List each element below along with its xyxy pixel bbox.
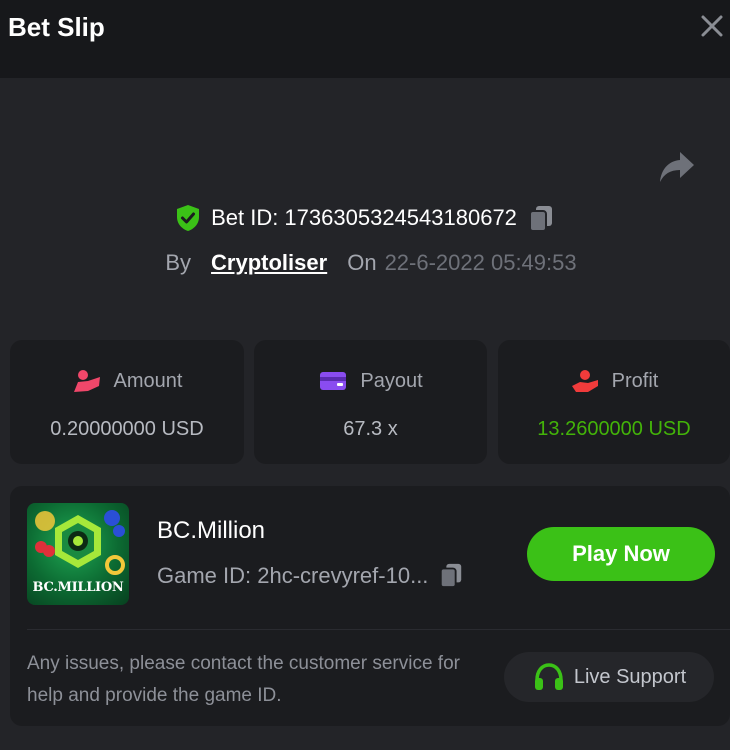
copy-icon [440, 563, 462, 588]
by-label: By [165, 250, 192, 275]
bet-date: 22-6-2022 05:49:53 [384, 250, 577, 275]
divider [27, 629, 730, 630]
profit-label: Profit [611, 369, 659, 392]
game-card: BC.MILLION BC.Million Game ID: 2hc-crevy… [10, 486, 730, 726]
game-logo-text: BC.MILLION [32, 580, 124, 595]
coin-hand-icon [73, 370, 100, 392]
game-id: Game ID: 2hc-crevyref-10... [157, 563, 429, 588]
payout-value: 67.3 x [343, 418, 398, 440]
copy-bet-id-button[interactable] [527, 204, 555, 232]
bet-id-row: Bet ID: 1736305324543180672 [0, 202, 730, 234]
on-label: On [347, 250, 377, 275]
user-link[interactable]: Cryptoliser [211, 250, 327, 276]
wallet-card-icon [320, 372, 347, 390]
payout-card: Payout 67.3 x [254, 340, 487, 464]
close-button[interactable] [698, 12, 726, 40]
game-title: BC.Million [157, 517, 266, 544]
live-support-button[interactable]: Live Support [504, 652, 714, 702]
game-thumbnail[interactable]: BC.MILLION [27, 503, 129, 605]
payout-label: Payout [360, 369, 423, 392]
close-icon [701, 15, 723, 37]
profit-card: Profit 13.2600000 USD [498, 340, 730, 464]
copy-game-id-button[interactable] [438, 562, 466, 590]
payout-header: Payout [254, 368, 487, 394]
help-text: Any issues, please contact the customer … [27, 653, 460, 706]
bet-id: Bet ID: 1736305324543180672 [211, 205, 517, 230]
game-id-row: Game ID: 2hc-crevyref-10... [157, 562, 466, 590]
page-title: Bet Slip [8, 12, 105, 42]
amount-label: Amount [113, 369, 183, 392]
share-icon [660, 152, 694, 182]
profit-header: Profit [498, 368, 730, 394]
share-button[interactable] [658, 150, 696, 184]
live-support-label: Live Support [573, 665, 687, 688]
bet-meta-row: By Cryptoliser On 22-6-2022 05:49:53 [0, 247, 730, 279]
headset-icon [534, 663, 563, 690]
header: Bet Slip [0, 0, 730, 78]
amount-card: Amount 0.20000000 USD [10, 340, 244, 464]
play-now-button[interactable]: Play Now [527, 527, 715, 581]
amount-header: Amount [10, 368, 244, 394]
profit-value: 13.2600000 USD [537, 418, 691, 440]
profit-hand-icon [571, 370, 598, 392]
copy-icon [528, 206, 552, 232]
amount-value: 0.20000000 USD [50, 418, 204, 440]
shield-check-icon [177, 205, 200, 231]
